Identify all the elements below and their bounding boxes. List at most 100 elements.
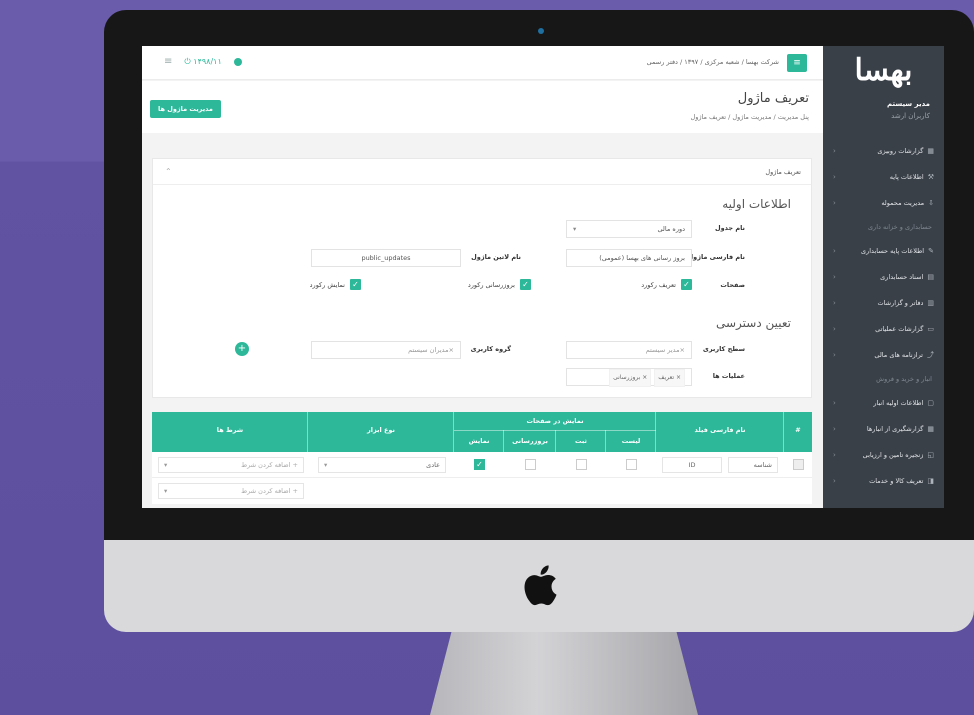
level-label: سطح کاربری (702, 345, 745, 353)
col-show-in-pages: نمایش در صفحات (526, 417, 584, 425)
fa-name-label: نام فارسی ماژول (687, 253, 745, 261)
field-name-input[interactable]: شناسه (728, 457, 778, 473)
sidebar-item-label: اطلاعات پایه (889, 173, 924, 181)
check-icon: ✓ (350, 279, 361, 290)
monitor-stand (430, 632, 698, 715)
insert-checkbox[interactable] (576, 459, 587, 470)
menu-icon: ▤ (927, 273, 934, 281)
chevron-down-icon: ▾ (164, 487, 168, 495)
table-name-select[interactable]: دوره مالی ▾ (566, 220, 692, 238)
manage-modules-button[interactable]: مدیریت ماژول ها (150, 100, 221, 118)
breadcrumb[interactable]: پنل مدیریت / مدیریت ماژول / تعریف ماژول (691, 113, 810, 121)
sidebar-item[interactable]: ▦ گزارشگیری از انبارها ‹ (823, 416, 944, 442)
sidebar-section-header: حسابداری و خزانه داری (867, 223, 932, 231)
user-name: مدیر سیستم (886, 100, 930, 108)
sidebar-item[interactable]: ◱ زنجیره تامین و ارزیابی ‹ (823, 442, 944, 468)
add-condition-text: + اضافه کردن شرط (241, 461, 298, 469)
sidebar-item[interactable]: ▭ گزارشات عملیاتی ‹ (823, 316, 944, 342)
chevron-left-icon: ‹ (833, 451, 836, 459)
tool-type-select[interactable]: عادی ▾ (318, 457, 446, 473)
panel-title: تعریف ماژول (765, 168, 801, 176)
menu-toggle-button[interactable]: ≡ (787, 54, 807, 72)
power-icon[interactable]: ⏻ ۱۴۹۸/۱۱ (184, 57, 221, 67)
fa-name-input[interactable]: بروز رسانی های بهسا (عمومی) (566, 249, 692, 267)
hamburger-icon[interactable]: ≡ (164, 56, 172, 67)
sidebar-item-label-wrap: ▢ اطلاعات اولیه انبار (873, 399, 934, 407)
pages-label: صفحات (720, 281, 745, 289)
op-tag-update[interactable]: × بروزرسانی (609, 369, 652, 387)
collapse-icon[interactable]: ⌃ (165, 167, 172, 176)
sidebar-item[interactable]: ▦ گزارشات روبیزی ‹ (823, 138, 944, 164)
ops-label: عملیات ها (712, 372, 745, 380)
add-condition-text: + اضافه کردن شرط (241, 487, 298, 495)
sidebar-item[interactable]: ▢ اطلاعات اولیه انبار ‹ (823, 390, 944, 416)
sidebar-item[interactable]: ⚒ اطلاعات پایه ‹ (823, 164, 944, 190)
sidebar-item[interactable]: ▥ دفاتر و گزارشات ‹ (823, 290, 944, 316)
chevron-down-icon: ▾ (164, 461, 168, 469)
group-select[interactable]: ×مدیران سیستم (311, 341, 461, 359)
condition-select-1[interactable]: + اضافه کردن شرط ▾ (158, 457, 304, 473)
topbar-tools: ≡ ⏻ ۱۴۹۸/۱۱ (164, 56, 242, 67)
sidebar-item-label-wrap: ◨ تعریف کالا و خدمات (869, 477, 934, 485)
sidebar-item[interactable]: ⤴ ترازنامه های مالی ‹ (823, 342, 944, 368)
company-breadcrumb[interactable]: شرکت بهسا / شعبه مرکزی / ۱۳۹۷ / دفتر رسم… (647, 58, 779, 66)
define-record-checkbox[interactable]: ✓ تعریف رکورد (641, 279, 692, 290)
sidebar-item-label-wrap: ⤴ ترازنامه های مالی (874, 350, 934, 360)
menu-icon: ▢ (927, 399, 934, 407)
sidebar-item-label-wrap: ▦ گزارشات روبیزی (877, 147, 934, 155)
col-insert: ثبت (575, 437, 587, 445)
menu-icon: ▦ (927, 147, 934, 155)
col-conditions: شرط ها (216, 426, 244, 434)
chevron-left-icon: ‹ (833, 173, 836, 181)
chevron-left-icon: ‹ (833, 247, 836, 255)
update-checkbox[interactable] (525, 459, 536, 470)
sidebar-item-label-wrap: ✎ اطلاعات پایه حسابداری (861, 247, 934, 255)
latin-name-input[interactable]: public_updates (311, 249, 461, 267)
update-record-label: بروزرسانی رکورد (467, 280, 515, 289)
chevron-left-icon: ‹ (833, 351, 836, 359)
chevron-left-icon: ‹ (833, 477, 836, 485)
status-dot-icon (233, 57, 242, 66)
sidebar-item-label: اطلاعات پایه حسابداری (861, 247, 925, 255)
level-select[interactable]: ×مدیر سیستم (566, 341, 692, 359)
condition-select-2[interactable]: + اضافه کردن شرط ▾ (158, 483, 304, 499)
chevron-down-icon: ▾ (573, 225, 577, 233)
col-tool-type: نوع ابزار (367, 426, 395, 434)
op-tag-define[interactable]: × تعریف (654, 369, 685, 387)
define-record-label: تعریف رکورد (641, 280, 676, 289)
table-row: + اضافه کردن شرط ▾ (152, 478, 812, 504)
col-number: # (795, 426, 801, 434)
show-record-checkbox[interactable]: ✓ نمایش رکورد (310, 279, 361, 290)
show-checkbox[interactable]: ✓ (474, 459, 485, 470)
sidebar-item-label: گزارشات عملیاتی (875, 325, 924, 333)
chevron-left-icon: ‹ (833, 199, 836, 207)
camera-dot (538, 28, 544, 34)
show-record-label: نمایش رکورد (309, 280, 345, 289)
tool-type-value: عادی (426, 461, 440, 469)
sidebar-item-label: دفاتر و گزارشات (877, 299, 924, 307)
menu-icon: ⤴ (927, 351, 934, 359)
row-select-checkbox[interactable] (793, 459, 804, 470)
menu-icon: ◨ (927, 477, 934, 485)
sidebar-item[interactable]: ⇩ مدیریت محموله ‹ (823, 190, 944, 216)
update-record-checkbox[interactable]: ✓ بروزرسانی رکورد (468, 279, 531, 290)
sidebar-item[interactable]: ✎ اطلاعات پایه حسابداری ‹ (823, 238, 944, 264)
chevron-left-icon: ‹ (833, 147, 836, 155)
sidebar-item[interactable]: ◨ تعریف کالا و خدمات ‹ (823, 468, 944, 494)
sidebar-section-header: انبار و خرید و فروش (876, 375, 932, 383)
check-icon: ✓ (681, 279, 692, 290)
add-group-button[interactable]: + (235, 342, 249, 356)
menu-icon: ⚒ (927, 173, 934, 181)
topbar: ≡ شرکت بهسا / شعبه مرکزی / ۱۳۹۷ / دفتر ر… (142, 46, 823, 80)
field-id-input[interactable]: ID (662, 457, 722, 473)
topbar-date: ۱۴۹۸/۱۱ (193, 56, 222, 66)
apple-logo-icon (524, 565, 557, 606)
sidebar-item[interactable]: ▤ اسناد حسابداری ‹ (823, 264, 944, 290)
brand-logo[interactable]: بهسا (823, 46, 944, 94)
ops-select[interactable]: × تعریف× بروزرسانی (566, 368, 692, 387)
list-checkbox[interactable] (626, 459, 637, 470)
section-basic-info: اطلاعات اولیه (722, 197, 791, 211)
menu-icon: ◱ (927, 451, 934, 459)
table-row: شناسه ID ✓ عادی ▾ + اضافه کردن شرط ▾ (152, 452, 812, 478)
fields-table: # نام فارسی فیلد نمایش در صفحات لیست ثبت… (152, 412, 812, 504)
